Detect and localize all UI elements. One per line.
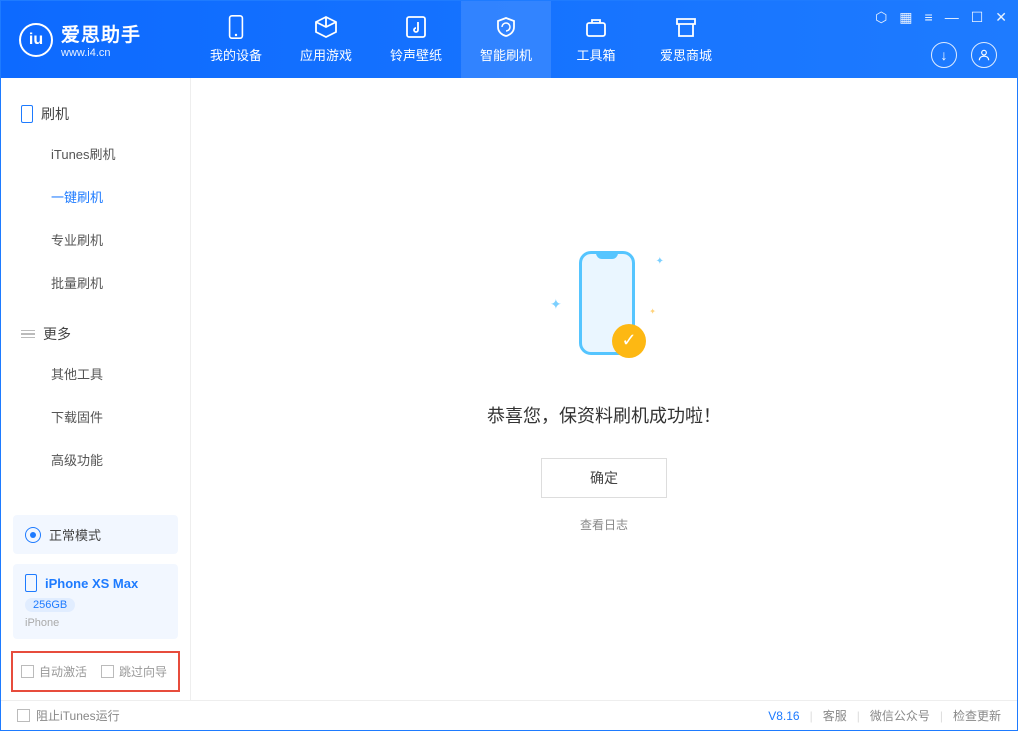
sidebar-item-oneclick-flash[interactable]: 一键刷机 bbox=[1, 175, 190, 218]
device-mode-panel[interactable]: 正常模式 bbox=[13, 515, 178, 554]
success-illustration: ✦ ✦ ✦ ✓ bbox=[544, 246, 664, 376]
check-badge-icon: ✓ bbox=[612, 324, 646, 358]
checkbox-icon bbox=[21, 665, 34, 678]
download-icon[interactable]: ↓ bbox=[931, 42, 957, 68]
window-controls: ⬡ ▦ ≡ — ☐ ✕ bbox=[875, 9, 1007, 26]
grid-icon[interactable]: ▦ bbox=[899, 9, 912, 26]
device-icon bbox=[224, 15, 248, 39]
refresh-shield-icon bbox=[494, 15, 518, 39]
header-right-icons: ↓ bbox=[931, 42, 997, 68]
logo-icon: iu bbox=[19, 23, 53, 57]
section-label: 更多 bbox=[43, 324, 71, 344]
sparkle-icon: ✦ bbox=[656, 256, 664, 267]
nav-label: 我的设备 bbox=[210, 45, 262, 64]
version-label: V8.16 bbox=[768, 709, 799, 723]
nav-label: 爱思商城 bbox=[660, 45, 712, 64]
menu-icon bbox=[21, 330, 35, 339]
sidebar-item-itunes-flash[interactable]: iTunes刷机 bbox=[1, 132, 190, 175]
phone-notch-icon bbox=[596, 251, 618, 259]
nav-label: 智能刷机 bbox=[480, 45, 532, 64]
sidebar-item-download-firmware[interactable]: 下载固件 bbox=[1, 395, 190, 438]
app-header: iu 爱思助手 www.i4.cn 我的设备 应用游戏 铃声壁纸 智能刷机 工具… bbox=[1, 1, 1017, 78]
cube-icon bbox=[314, 15, 338, 39]
store-icon bbox=[674, 15, 698, 39]
app-url: www.i4.cn bbox=[61, 47, 141, 59]
footer-link-update[interactable]: 检查更新 bbox=[953, 707, 1001, 724]
maximize-button[interactable]: ☐ bbox=[971, 9, 984, 26]
checkbox-label: 跳过向导 bbox=[119, 663, 167, 680]
sparkle-icon: ✦ bbox=[649, 307, 656, 316]
view-log-link[interactable]: 查看日志 bbox=[580, 516, 628, 533]
logo-block: iu 爱思助手 www.i4.cn bbox=[1, 20, 191, 59]
app-name: 爱思助手 bbox=[61, 20, 141, 47]
sidebar: 刷机 iTunes刷机 一键刷机 专业刷机 批量刷机 更多 其他工具 下载固件 … bbox=[1, 78, 191, 700]
footer: 阻止iTunes运行 V8.16 | 客服 | 微信公众号 | 检查更新 bbox=[1, 700, 1017, 730]
checkbox-label: 自动激活 bbox=[39, 663, 87, 680]
toolbox-icon bbox=[584, 15, 608, 39]
nav-store[interactable]: 爱思商城 bbox=[641, 1, 731, 78]
section-more-title: 更多 bbox=[1, 316, 190, 352]
music-file-icon bbox=[404, 15, 428, 39]
checkbox-label: 阻止iTunes运行 bbox=[36, 707, 120, 724]
nav-smart-flash[interactable]: 智能刷机 bbox=[461, 1, 551, 78]
shirt-icon[interactable]: ⬡ bbox=[875, 9, 887, 26]
sidebar-item-advanced[interactable]: 高级功能 bbox=[1, 438, 190, 481]
section-flash-title: 刷机 bbox=[1, 96, 190, 132]
sidebar-item-batch-flash[interactable]: 批量刷机 bbox=[1, 261, 190, 304]
mode-dot-icon bbox=[25, 527, 41, 543]
body-wrapper: 刷机 iTunes刷机 一键刷机 专业刷机 批量刷机 更多 其他工具 下载固件 … bbox=[1, 78, 1017, 700]
checkbox-block-itunes[interactable]: 阻止iTunes运行 bbox=[17, 707, 120, 724]
nav-label: 应用游戏 bbox=[300, 45, 352, 64]
checkbox-auto-activate[interactable]: 自动激活 bbox=[21, 663, 87, 680]
minimize-button[interactable]: — bbox=[945, 9, 959, 26]
checkbox-icon bbox=[17, 709, 30, 722]
device-name: iPhone XS Max bbox=[45, 576, 138, 591]
main-content: ✦ ✦ ✦ ✓ 恭喜您，保资料刷机成功啦！ 确定 查看日志 bbox=[191, 78, 1017, 700]
menu-icon[interactable]: ≡ bbox=[925, 9, 933, 26]
device-info-panel[interactable]: iPhone XS Max 256GB iPhone bbox=[13, 564, 178, 639]
phone-icon bbox=[25, 574, 37, 592]
top-nav: 我的设备 应用游戏 铃声壁纸 智能刷机 工具箱 爱思商城 bbox=[191, 1, 731, 78]
checkbox-icon bbox=[101, 665, 114, 678]
user-icon[interactable] bbox=[971, 42, 997, 68]
nav-label: 工具箱 bbox=[576, 45, 615, 64]
footer-link-wechat[interactable]: 微信公众号 bbox=[870, 707, 930, 724]
footer-right: V8.16 | 客服 | 微信公众号 | 检查更新 bbox=[768, 707, 1001, 724]
nav-my-device[interactable]: 我的设备 bbox=[191, 1, 281, 78]
confirm-button[interactable]: 确定 bbox=[541, 458, 667, 498]
close-button[interactable]: ✕ bbox=[995, 9, 1007, 26]
device-capacity: 256GB bbox=[25, 598, 75, 612]
sparkle-icon: ✦ bbox=[550, 296, 562, 313]
checkbox-skip-guide[interactable]: 跳过向导 bbox=[101, 663, 167, 680]
device-subtype: iPhone bbox=[25, 617, 166, 629]
phone-icon bbox=[21, 105, 33, 123]
nav-ringtones-wallpapers[interactable]: 铃声壁纸 bbox=[371, 1, 461, 78]
section-label: 刷机 bbox=[41, 104, 69, 124]
success-message: 恭喜您，保资料刷机成功啦！ bbox=[487, 402, 721, 428]
sidebar-item-pro-flash[interactable]: 专业刷机 bbox=[1, 218, 190, 261]
nav-label: 铃声壁纸 bbox=[390, 45, 442, 64]
footer-link-support[interactable]: 客服 bbox=[823, 707, 847, 724]
highlighted-checkbox-row: 自动激活 跳过向导 bbox=[11, 651, 180, 692]
sidebar-item-other-tools[interactable]: 其他工具 bbox=[1, 352, 190, 395]
mode-label: 正常模式 bbox=[49, 525, 101, 544]
nav-toolbox[interactable]: 工具箱 bbox=[551, 1, 641, 78]
nav-apps-games[interactable]: 应用游戏 bbox=[281, 1, 371, 78]
logo-text: 爱思助手 www.i4.cn bbox=[61, 20, 141, 59]
